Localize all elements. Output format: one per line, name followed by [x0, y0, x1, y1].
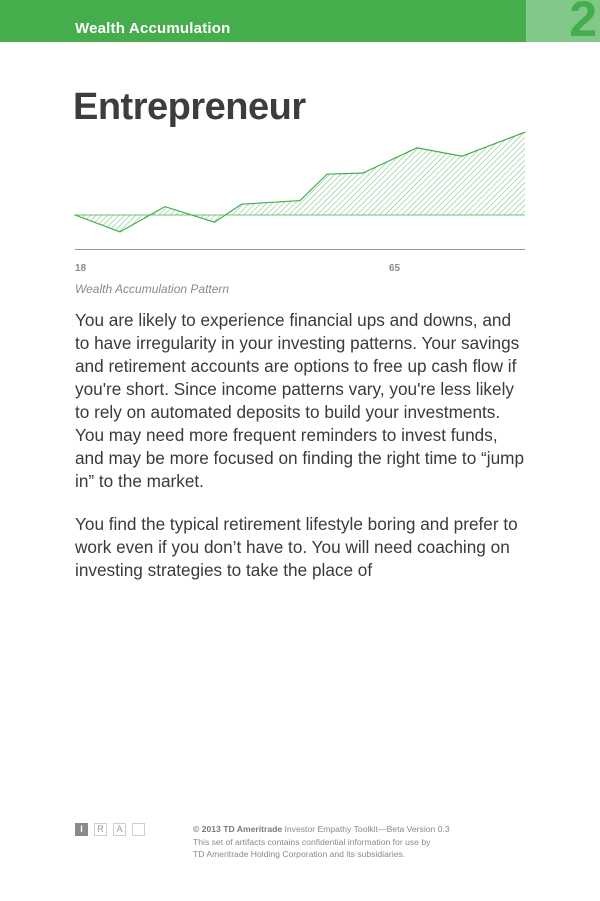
- footer-line-2: This set of artifacts contains confident…: [193, 836, 431, 847]
- copyright-rest: Investor Empathy Toolkit—Beta Version 0.…: [282, 824, 450, 834]
- chart-point-10: [524, 131, 526, 133]
- chart-point-7: [362, 172, 364, 174]
- chart-point-6: [326, 173, 328, 175]
- footer-box-i: I: [75, 823, 88, 836]
- footer-line-3: TD Ameritrade Holding Corporation and it…: [193, 849, 406, 859]
- x-tick-label-start: 18: [75, 263, 87, 274]
- chart-point-2: [164, 206, 166, 208]
- chart-point-3: [213, 221, 216, 223]
- copyright-bold: © 2013 TD Ameritrade: [193, 824, 283, 834]
- body-paragraph-1: You are likely to experience financial u…: [75, 310, 525, 491]
- chart-point-5: [299, 200, 301, 202]
- footer-copyright: © 2013 TD Ameritrade Investor Empathy To…: [193, 823, 533, 861]
- x-tick-label-end: 65: [389, 263, 401, 274]
- footer-box-r: R: [94, 823, 107, 836]
- chart-area-fill: [75, 132, 525, 232]
- chart-point-0: [74, 214, 76, 216]
- chart-point-9: [461, 155, 463, 157]
- body-paragraph-2: You find the typical retirement lifestyl…: [75, 514, 518, 580]
- chart-point-8: [416, 147, 418, 149]
- footer-box-empty: [132, 823, 145, 836]
- chart-point-4: [240, 203, 243, 205]
- wealth-accumulation-chart: [74, 131, 526, 233]
- footer-box-a: A: [113, 823, 126, 836]
- chart-caption: Wealth Accumulation Pattern: [75, 282, 230, 296]
- chart-point-1: [119, 231, 121, 233]
- chart-axis-rule: [75, 249, 525, 250]
